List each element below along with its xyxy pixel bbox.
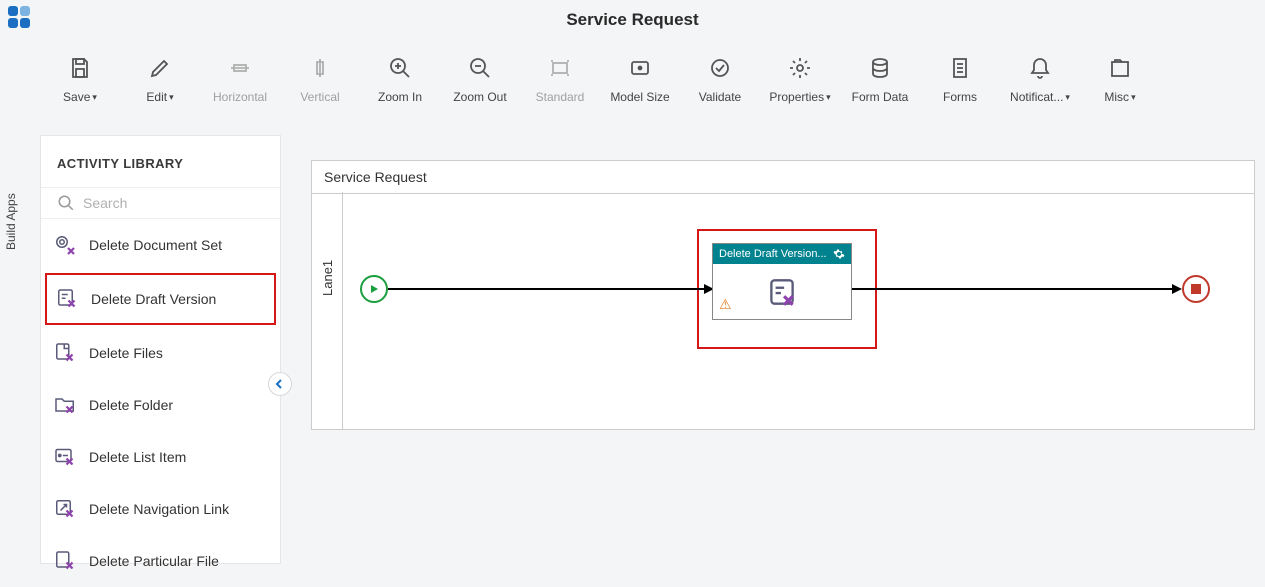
toolbar-icon (788, 56, 812, 80)
library-item-delete-draft-version[interactable]: Delete Draft Version (45, 273, 276, 325)
chevron-down-icon: ▾ (826, 92, 831, 103)
library-item-delete-files[interactable]: Delete Files (41, 327, 280, 379)
chevron-down-icon: ▾ (1065, 92, 1070, 103)
library-item-label: Delete Navigation Link (89, 501, 229, 517)
toolbar-vertical: Vertical (280, 45, 360, 115)
play-icon (369, 284, 379, 294)
activity-label: Delete Draft Version... (719, 248, 827, 260)
chevron-left-icon (275, 379, 285, 389)
toolbar-icon (1108, 56, 1132, 80)
library-item-delete-document-set[interactable]: Delete Document Set (41, 219, 280, 271)
chevron-down-icon: ▾ (1131, 92, 1136, 103)
activity-icon (53, 393, 77, 417)
library-item-delete-list-item[interactable]: Delete List Item (41, 431, 280, 483)
toolbar-icon (1028, 56, 1052, 80)
toolbar-zoom-in[interactable]: Zoom In (360, 45, 440, 115)
gear-icon[interactable] (833, 248, 845, 260)
toolbar-forms[interactable]: Forms (920, 45, 1000, 115)
search-icon (57, 194, 75, 212)
toolbar-form-data[interactable]: Form Data (840, 45, 920, 115)
search-input[interactable] (83, 195, 264, 211)
library-item-delete-folder[interactable]: Delete Folder (41, 379, 280, 431)
toolbar-icon (948, 56, 972, 80)
toolbar-zoom-out[interactable]: Zoom Out (440, 45, 520, 115)
toolbar-save[interactable]: Save▾ (40, 45, 120, 115)
toolbar-validate[interactable]: Validate (680, 45, 760, 115)
toolbar-icon (308, 56, 332, 80)
toolbar-icon (228, 56, 252, 80)
toolbar-icon (388, 56, 412, 80)
toolbar-horizontal: Horizontal (200, 45, 280, 115)
activity-icon (53, 549, 77, 573)
activity-node[interactable]: Delete Draft Version... ⚠ (712, 243, 852, 320)
library-item-delete-particular-file[interactable]: Delete Particular File (41, 535, 280, 587)
library-item-delete-navigation-link[interactable]: Delete Navigation Link (41, 483, 280, 535)
page-title: Service Request (0, 10, 1265, 30)
sidebar-title: ACTIVITY LIBRARY (41, 152, 280, 187)
toolbar-icon (628, 56, 652, 80)
toolbar-icon (708, 56, 732, 80)
collapse-sidebar-button[interactable] (268, 372, 292, 396)
toolbar-icon (868, 56, 892, 80)
toolbar-standard: Standard (520, 45, 600, 115)
canvas-title: Service Request (312, 161, 1254, 194)
toolbar-icon (68, 56, 92, 80)
activity-library-panel: ACTIVITY LIBRARY Delete Document Set Dele… (40, 135, 281, 564)
activity-icon (53, 497, 77, 521)
toolbar-misc[interactable]: Misc▾ (1080, 45, 1160, 115)
activity-icon (55, 287, 79, 311)
lane-label: Lane1 (320, 260, 335, 296)
activity-icon (53, 233, 77, 257)
toolbar: Save▾Edit▾HorizontalVerticalZoom InZoom … (40, 45, 1260, 115)
chevron-down-icon: ▾ (92, 92, 97, 103)
library-item-label: Delete Particular File (89, 553, 219, 569)
process-canvas[interactable]: Service Request Lane1 Delete Draft Versi… (311, 160, 1255, 430)
toolbar-model-size[interactable]: Model Size (600, 45, 680, 115)
library-item-label: Delete List Item (89, 449, 186, 465)
activity-icon (53, 341, 77, 365)
toolbar-icon (548, 56, 572, 80)
library-item-label: Delete Draft Version (91, 291, 216, 307)
start-node[interactable] (360, 275, 388, 303)
delete-draft-icon (765, 275, 799, 309)
toolbar-icon (148, 56, 172, 80)
library-item-label: Delete Folder (89, 397, 173, 413)
toolbar-icon (468, 56, 492, 80)
end-node[interactable] (1182, 275, 1210, 303)
warning-icon: ⚠ (719, 296, 732, 313)
chevron-down-icon: ▾ (169, 92, 174, 103)
activity-icon (53, 445, 77, 469)
library-item-label: Delete Files (89, 345, 163, 361)
library-item-label: Delete Document Set (89, 237, 222, 253)
toolbar-edit[interactable]: Edit▾ (120, 45, 200, 115)
search-input-wrap[interactable] (41, 187, 280, 219)
module-tab-build-apps[interactable]: Build Apps (0, 183, 22, 260)
toolbar-properties[interactable]: Properties▾ (760, 45, 840, 115)
toolbar-notificat-[interactable]: Notificat...▾ (1000, 45, 1080, 115)
